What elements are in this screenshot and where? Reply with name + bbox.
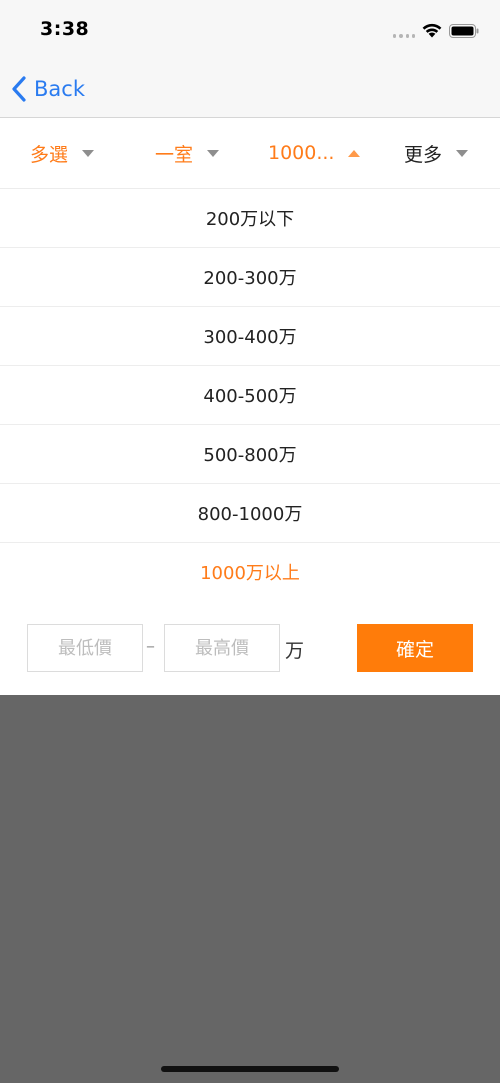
filter-room-type[interactable]: 一室 — [155, 118, 220, 188]
price-option-list: 200万以下 200-300万 300-400万 400-500万 500-80… — [0, 189, 500, 602]
filter-multi-select[interactable]: 多選 — [30, 118, 95, 188]
price-option-selected[interactable]: 1000万以上 — [0, 543, 500, 602]
filter-label: 更多 — [404, 143, 443, 166]
price-option[interactable]: 500-800万 — [0, 425, 500, 484]
filter-price[interactable]: 1000... — [268, 118, 361, 188]
min-price-input[interactable] — [27, 624, 143, 672]
range-dash: – — [146, 636, 155, 657]
price-option[interactable]: 400-500万 — [0, 366, 500, 425]
confirm-button[interactable]: 確定 — [357, 624, 473, 672]
filter-label: 1000... — [268, 142, 335, 164]
status-time: 3:38 — [40, 18, 90, 40]
caret-up-icon — [348, 149, 361, 157]
max-price-input[interactable] — [164, 624, 280, 672]
caret-down-icon — [82, 149, 95, 157]
dimmed-overlay[interactable] — [0, 695, 500, 1083]
signal-icon — [393, 34, 415, 40]
back-label: Back — [34, 77, 85, 101]
price-option[interactable]: 800-1000万 — [0, 484, 500, 543]
filter-label: 多選 — [30, 143, 69, 166]
caret-down-icon — [456, 149, 469, 157]
chevron-left-icon — [12, 76, 26, 102]
battery-icon — [449, 24, 479, 38]
wifi-icon — [422, 23, 442, 38]
price-unit-label: 万 — [285, 640, 305, 662]
filter-label: 一室 — [155, 143, 194, 166]
navigation-bar: Back — [0, 60, 500, 118]
price-option[interactable]: 300-400万 — [0, 307, 500, 366]
home-indicator[interactable] — [161, 1066, 339, 1072]
price-option[interactable]: 200万以下 — [0, 189, 500, 248]
caret-down-icon — [207, 149, 220, 157]
custom-price-range: – 万 確定 — [0, 601, 500, 695]
filter-bar: 多選 一室 1000... 更多 — [0, 118, 500, 189]
filter-more[interactable]: 更多 — [404, 118, 469, 188]
status-bar: 3:38 — [0, 0, 500, 60]
price-option[interactable]: 200-300万 — [0, 248, 500, 307]
back-button[interactable]: Back — [10, 72, 85, 106]
